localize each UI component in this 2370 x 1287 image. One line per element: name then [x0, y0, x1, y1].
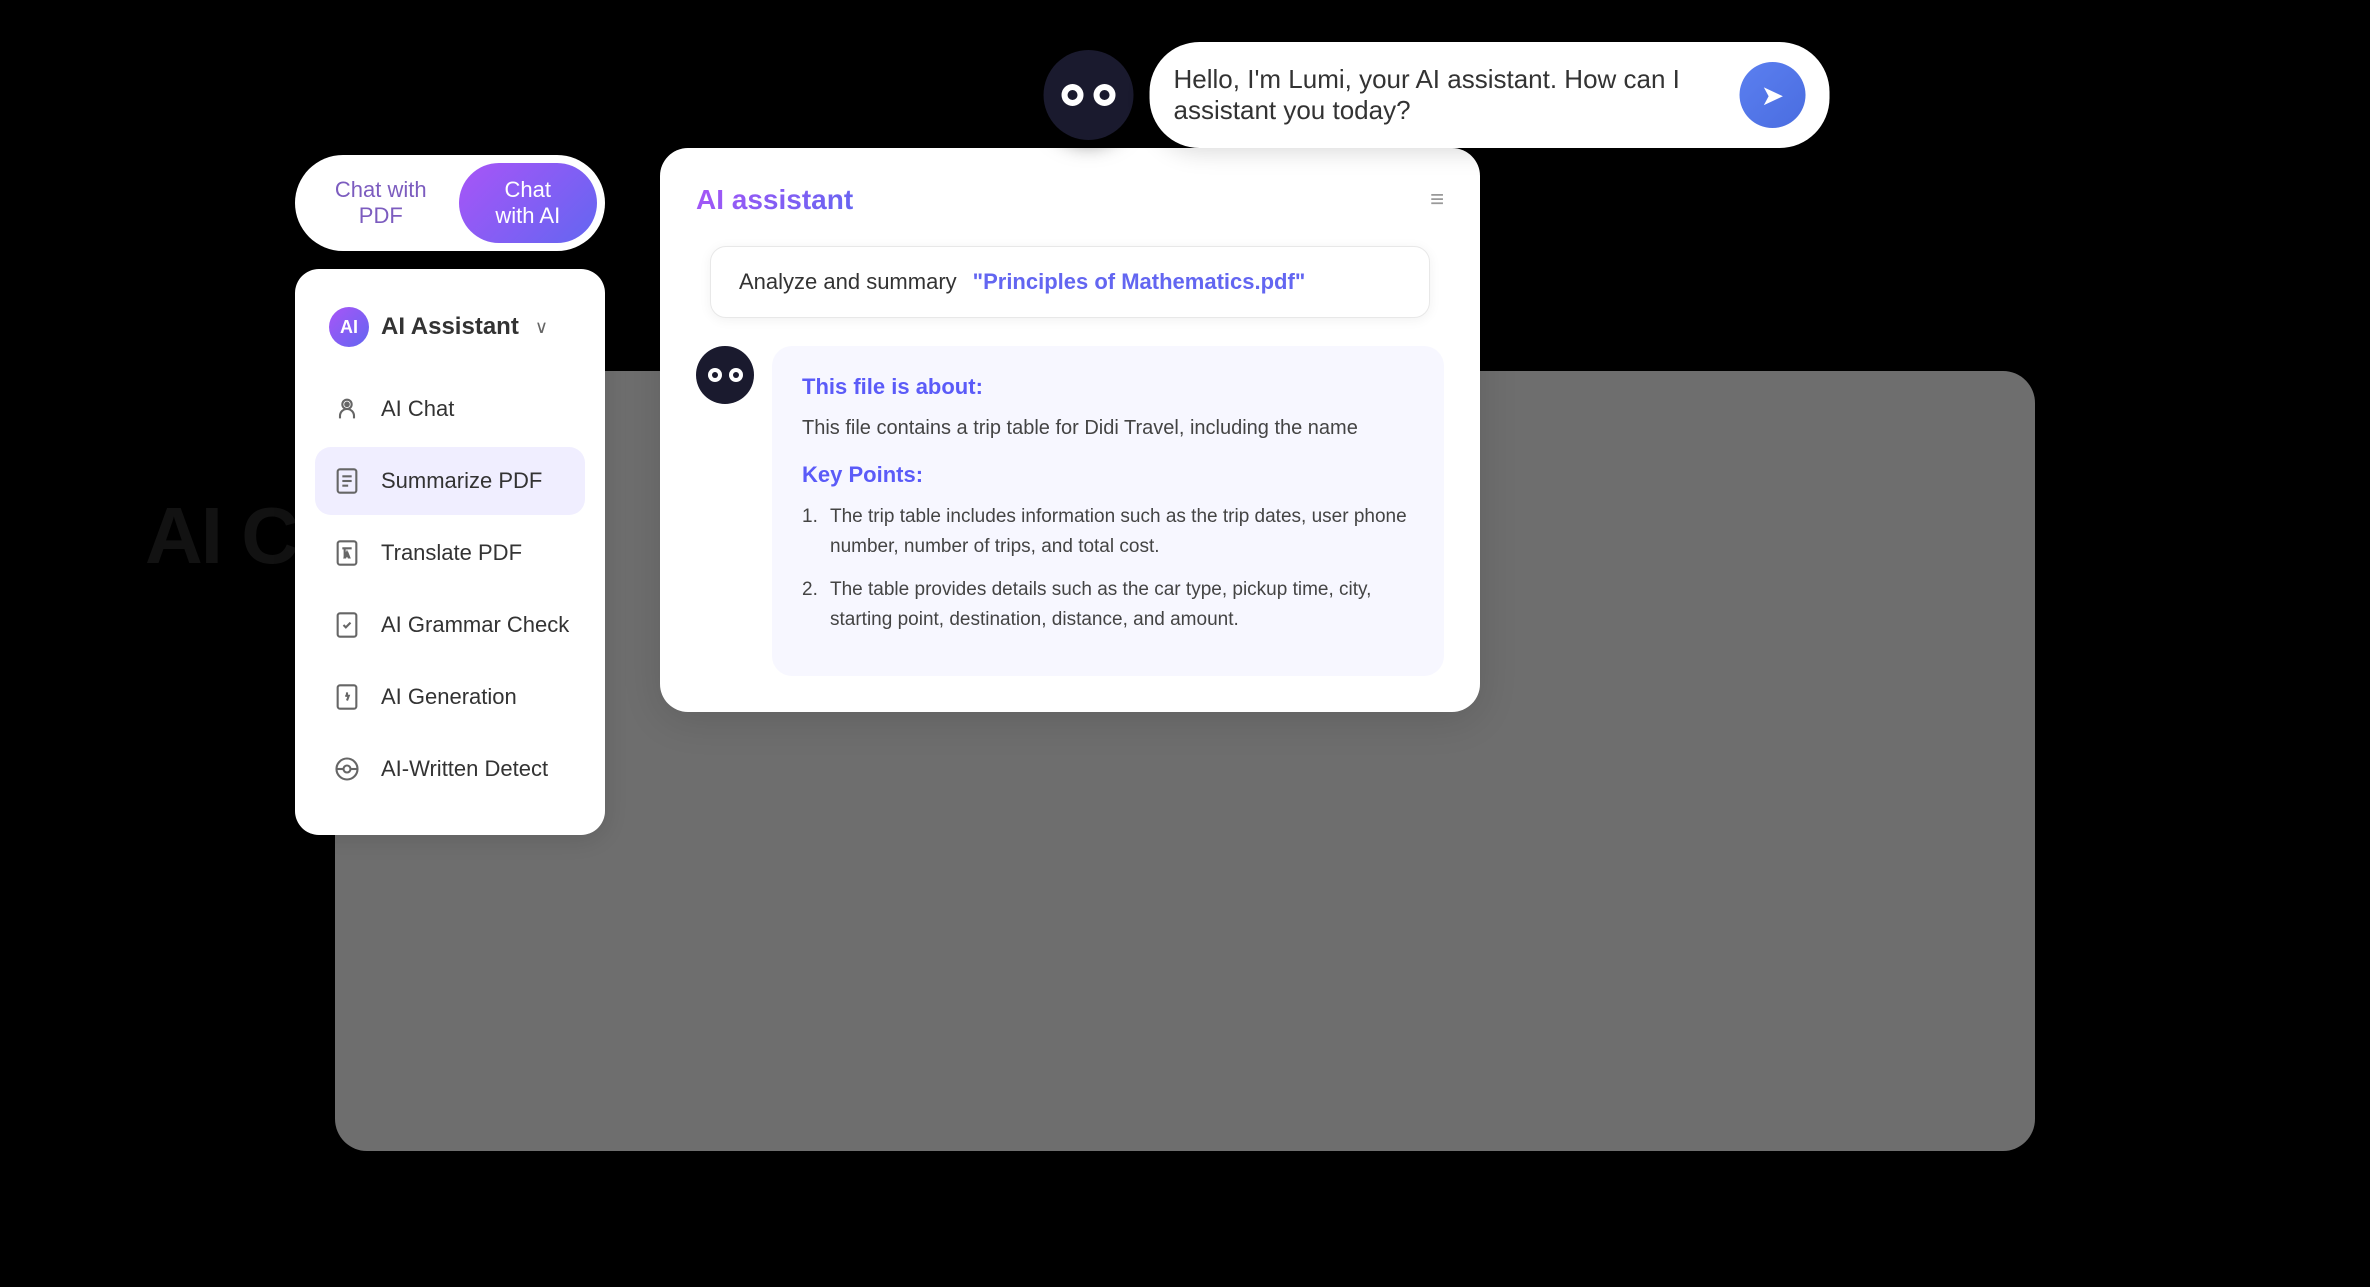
panel-title: AI assistant — [696, 184, 853, 216]
left-panel: Chat with PDF Chat with AI AI AI Assista… — [295, 155, 605, 835]
grammar-check-icon — [329, 607, 365, 643]
ai-chat-icon — [329, 391, 365, 427]
greeting-text: Hello, I'm Lumi, your AI assistant. How … — [1174, 64, 1740, 126]
response-file-about-title: This file is about: — [802, 374, 1414, 400]
chat-input-bar: Hello, I'm Lumi, your AI assistant. How … — [1150, 42, 1830, 148]
bot-eye-left — [1062, 84, 1084, 106]
summarize-pdf-icon — [329, 463, 365, 499]
sidebar-item-summarize-pdf[interactable]: Summarize PDF — [315, 447, 585, 515]
main-panel: AI assistant ≡ Analyze and summary "Prin… — [660, 148, 1480, 712]
bot-eye-right — [1094, 84, 1116, 106]
top-chat-bar: Hello, I'm Lumi, your AI assistant. How … — [1044, 42, 1830, 148]
ai-generation-label: AI Generation — [381, 684, 517, 710]
ai-written-detect-label: AI-Written Detect — [381, 756, 548, 782]
grammar-check-label: AI Grammar Check — [381, 612, 569, 638]
analyze-bar: Analyze and summary "Principles of Mathe… — [710, 246, 1430, 318]
sidebar-item-ai-generation[interactable]: AI Generation — [315, 663, 585, 731]
translate-pdf-icon: A — [329, 535, 365, 571]
analyze-label: Analyze and summary — [739, 269, 957, 295]
key-points-title: Key Points: — [802, 462, 1414, 488]
tab-buttons: Chat with PDF Chat with AI — [295, 155, 605, 251]
chevron-down-icon: ∨ — [535, 317, 548, 338]
sidebar-item-ai-written-detect[interactable]: AI-Written Detect — [315, 735, 585, 803]
key-points-list: The trip table includes information such… — [802, 502, 1414, 636]
response-file-about-text: This file contains a trip table for Didi… — [802, 412, 1414, 444]
bot-eye-small-left — [708, 368, 722, 382]
bot-avatar-top — [1044, 50, 1134, 140]
sidebar-panel: AI AI Assistant ∨ AI Chat — [295, 269, 605, 835]
response-area: This file is about: This file contains a… — [696, 346, 1444, 676]
ai-generation-icon — [329, 679, 365, 715]
ai-avatar: AI — [329, 307, 369, 347]
svg-text:A: A — [345, 553, 350, 560]
tab-chat-ai[interactable]: Chat with AI — [459, 163, 597, 243]
bot-eye-small-right — [729, 368, 743, 382]
bot-eyes-small — [708, 368, 743, 382]
ai-chat-label: AI Chat — [381, 396, 454, 422]
sidebar-item-translate-pdf[interactable]: A Translate PDF — [315, 519, 585, 587]
panel-header: AI assistant ≡ — [696, 184, 1444, 216]
response-bubble: This file is about: This file contains a… — [772, 346, 1444, 676]
bot-eyes — [1062, 84, 1116, 106]
bot-avatar-response — [696, 346, 754, 404]
key-point-1: The trip table includes information such… — [802, 502, 1414, 563]
ai-written-detect-icon — [329, 751, 365, 787]
sidebar-item-ai-chat[interactable]: AI Chat — [315, 375, 585, 443]
translate-pdf-label: Translate PDF — [381, 540, 522, 566]
sidebar-item-grammar-check[interactable]: AI Grammar Check — [315, 591, 585, 659]
tab-chat-pdf[interactable]: Chat with PDF — [303, 163, 459, 243]
sidebar-header[interactable]: AI AI Assistant ∨ — [315, 297, 585, 357]
menu-icon[interactable]: ≡ — [1430, 186, 1444, 214]
key-point-2: The table provides details such as the c… — [802, 575, 1414, 636]
sidebar-title: AI Assistant — [381, 313, 519, 341]
summarize-pdf-label: Summarize PDF — [381, 468, 542, 494]
send-button[interactable]: ➤ — [1740, 62, 1806, 128]
send-icon: ➤ — [1761, 79, 1784, 112]
pdf-link[interactable]: "Principles of Mathematics.pdf" — [973, 269, 1306, 295]
